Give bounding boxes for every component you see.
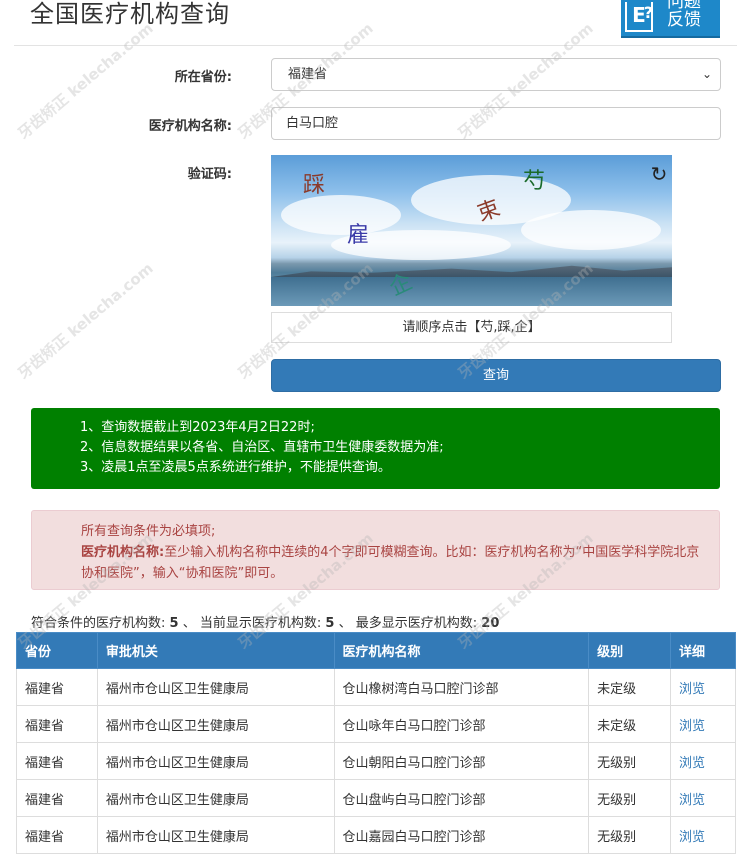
cell-detail: 浏览 [670, 816, 736, 854]
view-link[interactable]: 浏览 [679, 830, 705, 845]
cell-institution: 仓山橡树湾白马口腔门诊部 [333, 668, 590, 706]
table-row: 福建省 福州市仓山区卫生健康局 仓山橡树湾白马口腔门诊部 未定级 浏览 [16, 668, 736, 706]
cell-authority: 福州市仓山区卫生健康局 [96, 742, 335, 780]
table-row: 福建省 福州市仓山区卫生健康局 仓山咏年白马口腔门诊部 未定级 浏览 [16, 705, 736, 743]
cell-detail: 浏览 [670, 668, 736, 706]
cell-level: 无级别 [588, 779, 672, 817]
view-link[interactable]: 浏览 [679, 756, 705, 771]
cell-level: 未定级 [588, 705, 672, 743]
cell-province: 福建省 [16, 705, 98, 743]
cell-province: 福建省 [16, 816, 98, 854]
captcha-hint: 请顺序点击【芍,踩,企】 [271, 312, 672, 343]
header-authority: 审批机关 [96, 632, 335, 669]
warning-line: 所有查询条件为必填项; [81, 524, 216, 539]
table-header-row: 省份 审批机关 医疗机构名称 级别 详细 [16, 632, 736, 669]
table-row: 福建省 福州市仓山区卫生健康局 仓山朝阳白马口腔门诊部 无级别 浏览 [16, 742, 736, 780]
warning-bold-label: 医疗机构名称: [81, 545, 165, 560]
max-count: 20 [481, 616, 500, 631]
feedback-button[interactable]: E? 问题 反馈 [621, 0, 720, 38]
province-select[interactable]: 福建省 ⌄ [271, 58, 721, 91]
page-title: 全国医疗机构查询 [30, 0, 230, 28]
chevron-down-icon: ⌄ [701, 67, 712, 81]
feedback-label-line2: 反馈 [667, 10, 701, 30]
captcha-char[interactable]: 芍 [523, 163, 545, 195]
captcha-char[interactable]: 踩 [303, 167, 325, 199]
captcha-char[interactable]: 雇 [347, 217, 369, 249]
table-row: 福建省 福州市仓山区卫生健康局 仓山嘉园白马口腔门诊部 无级别 浏览 [16, 816, 736, 854]
info-line: 3、凌晨1点至凌晨5点系统进行维护，不能提供查询。 [80, 460, 391, 475]
query-button[interactable]: 查询 [271, 359, 721, 392]
matched-label: 符合条件的医疗机构数: [31, 616, 166, 631]
watermark: 牙齿矫正 kelecha.com [14, 259, 157, 383]
cell-level: 无级别 [588, 816, 672, 854]
warning-notice: 所有查询条件为必填项; 医疗机构名称:至少输入机构名称中连续的4个字即可模糊查询… [31, 510, 720, 590]
summary-separator: 、 [338, 616, 352, 631]
cell-authority: 福州市仓山区卫生健康局 [96, 705, 335, 743]
header-institution: 医疗机构名称 [333, 632, 590, 669]
info-line: 1、查询数据截止到2023年4月2日22时; [80, 420, 315, 435]
cell-institution: 仓山盘屿白马口腔门诊部 [333, 779, 590, 817]
cell-province: 福建省 [16, 668, 98, 706]
header-level: 级别 [588, 632, 672, 669]
cell-authority: 福州市仓山区卫生健康局 [96, 816, 335, 854]
captcha-image[interactable]: 踩 雇 企 束 芍 [271, 155, 672, 306]
province-label: 所在省份: [174, 70, 232, 85]
view-link[interactable]: 浏览 [679, 719, 705, 734]
matched-count: 5 [169, 616, 179, 631]
header-detail: 详细 [670, 632, 736, 669]
shown-label: 当前显示医疗机构数: [199, 616, 322, 631]
cell-institution: 仓山朝阳白马口腔门诊部 [333, 742, 590, 780]
warning-text: 至少输入机构名称中连续的4个字即可模糊查询。比如：医疗机构名称为“中国医学科学院… [81, 545, 700, 581]
cell-detail: 浏览 [670, 742, 736, 780]
max-label: 最多显示医疗机构数: [355, 616, 478, 631]
result-summary: 符合条件的医疗机构数: 5 、 当前显示医疗机构数: 5 、 最多显示医疗机构数… [31, 612, 499, 631]
table-row: 福建省 福州市仓山区卫生健康局 仓山盘屿白马口腔门诊部 无级别 浏览 [16, 779, 736, 817]
view-link[interactable]: 浏览 [679, 793, 705, 808]
captcha-label: 验证码: [187, 167, 232, 182]
info-line: 2、信息数据结果以各省、自治区、直辖市卫生健康委数据为准; [80, 440, 444, 455]
cell-detail: 浏览 [670, 779, 736, 817]
cell-province: 福建省 [16, 779, 98, 817]
cell-authority: 福州市仓山区卫生健康局 [96, 779, 335, 817]
feedback-icon: E? [625, 2, 653, 32]
summary-separator: 、 [182, 616, 196, 631]
cell-authority: 福州市仓山区卫生健康局 [96, 668, 335, 706]
title-divider [14, 45, 737, 46]
institution-name-input[interactable]: 白马口腔 [271, 107, 721, 140]
cell-province: 福建省 [16, 742, 98, 780]
cell-level: 未定级 [588, 668, 672, 706]
header-province: 省份 [16, 632, 98, 669]
cell-detail: 浏览 [670, 705, 736, 743]
name-label: 医疗机构名称: [148, 119, 232, 134]
cell-institution: 仓山咏年白马口腔门诊部 [333, 705, 590, 743]
info-notice: 1、查询数据截止到2023年4月2日22时; 2、信息数据结果以各省、自治区、直… [31, 408, 720, 489]
province-select-value: 福建省 [288, 67, 328, 82]
refresh-icon[interactable]: ↻ [649, 164, 669, 184]
results-table: 省份 审批机关 医疗机构名称 级别 详细 福建省 福州市仓山区卫生健康局 仓山橡… [16, 632, 736, 854]
warning-detail: 医疗机构名称:至少输入机构名称中连续的4个字即可模糊查询。比如：医疗机构名称为“… [81, 542, 703, 584]
view-link[interactable]: 浏览 [679, 682, 705, 697]
cell-institution: 仓山嘉园白马口腔门诊部 [333, 816, 590, 854]
shown-count: 5 [325, 616, 335, 631]
cell-level: 无级别 [588, 742, 672, 780]
